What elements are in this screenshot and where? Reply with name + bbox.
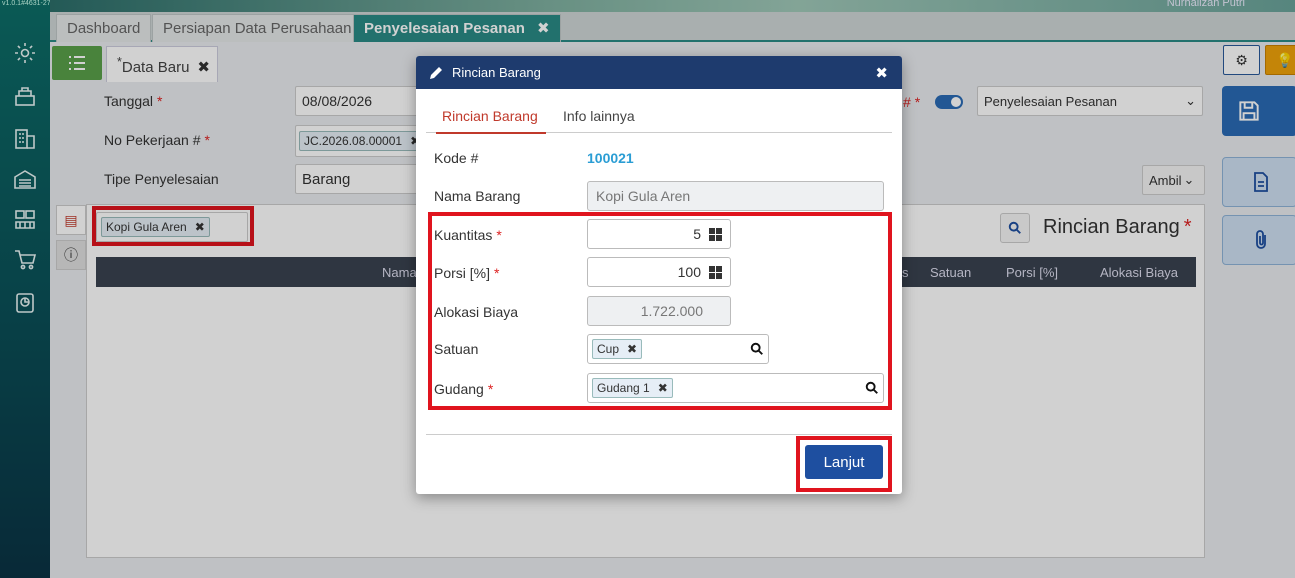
- nama-barang-field: Kopi Gula Aren: [587, 181, 884, 211]
- divider: [426, 434, 892, 435]
- rincian-barang-dialog: Rincian Barang ✖ Rincian Barang Info lai…: [416, 56, 902, 494]
- kode-label: Kode #: [434, 150, 479, 166]
- dialog-header: Rincian Barang ✖: [416, 56, 902, 89]
- nama-barang-label: Nama Barang: [434, 188, 521, 204]
- tab-info-lainnya[interactable]: Info lainnya: [563, 108, 635, 124]
- tab-rincian-barang[interactable]: Rincian Barang: [436, 108, 546, 134]
- close-icon[interactable]: ✖: [875, 64, 888, 82]
- pencil-icon: [430, 66, 442, 79]
- highlight-box: [428, 212, 892, 410]
- dialog-tabs: Rincian Barang Info lainnya: [426, 100, 892, 134]
- dialog-title: Rincian Barang: [452, 65, 541, 80]
- highlight-box: [796, 436, 892, 492]
- kode-value: 100021: [587, 150, 634, 166]
- nama-barang-value: Kopi Gula Aren: [596, 188, 691, 204]
